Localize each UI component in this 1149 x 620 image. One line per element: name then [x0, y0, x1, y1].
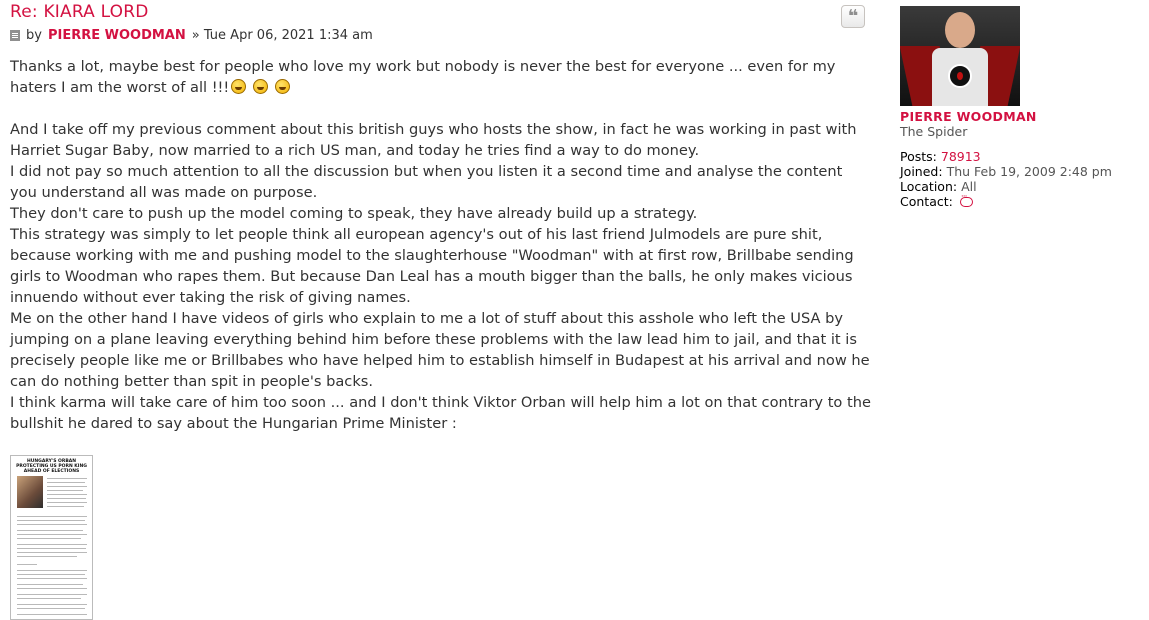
- post-title: Re: KIARA LORD: [10, 2, 149, 22]
- by-label: by: [26, 28, 42, 43]
- profile-posts: Posts: 78913: [900, 149, 1140, 164]
- joined-value: Thu Feb 19, 2009 2:48 pm: [946, 164, 1112, 179]
- post-paragraph: Me on the other hand I have videos of gi…: [10, 310, 870, 390]
- post-icon[interactable]: [10, 30, 20, 41]
- post-paragraph: This strategy was simply to let people t…: [10, 226, 854, 306]
- profile-username[interactable]: PIERRE WOODMAN: [900, 109, 1140, 124]
- spider-logo-icon: [948, 64, 972, 88]
- avatar[interactable]: [900, 6, 1020, 106]
- joined-label: Joined:: [900, 164, 943, 179]
- post-content: Thanks a lot, maybe best for people who …: [10, 56, 872, 434]
- post-date: » Tue Apr 06, 2021 1:34 am: [191, 28, 373, 43]
- laughing-smiley-icon: [274, 79, 290, 94]
- post-paragraph: I think karma will take care of him too …: [10, 394, 871, 432]
- laughing-smiley-icon: [252, 79, 268, 94]
- attachment-photo: [17, 476, 43, 508]
- profile-rank: The Spider: [900, 124, 968, 139]
- post-paragraph: And I take off my previous comment about…: [10, 121, 857, 159]
- post-paragraph: Thanks a lot, maybe best for people who …: [10, 58, 836, 96]
- profile-fields: Posts: 78913 Joined: Thu Feb 19, 2009 2:…: [900, 149, 1140, 209]
- quote-icon: ❝: [847, 5, 859, 27]
- posts-count-link[interactable]: 78913: [941, 149, 981, 164]
- post-paragraph: They don't care to push up the model com…: [10, 205, 698, 222]
- speech-bubble-icon[interactable]: [959, 190, 973, 207]
- attachment-thumbnail[interactable]: HUNGARY'S ORBAN PROTECTING US PORN KING …: [10, 455, 93, 620]
- author-profile: PIERRE WOODMAN The Spider Posts: 78913 J…: [900, 6, 1140, 209]
- profile-contact: Contact:: [900, 190, 1140, 209]
- quote-button[interactable]: ❝: [841, 5, 865, 28]
- contact-label: Contact:: [900, 194, 953, 209]
- laughing-smiley-icon: [231, 79, 247, 94]
- author-link[interactable]: PIERRE WOODMAN: [48, 28, 186, 43]
- post-paragraph: I did not pay so much attention to all t…: [10, 163, 843, 201]
- post-title-link[interactable]: Re: KIARA LORD: [10, 2, 149, 22]
- profile-location: Location: All: [900, 179, 1140, 194]
- profile-joined: Joined: Thu Feb 19, 2009 2:48 pm: [900, 164, 1140, 179]
- attachment-headline: HUNGARY'S ORBAN PROTECTING US PORN KING …: [16, 459, 87, 474]
- post-author-line: by PIERRE WOODMAN » Tue Apr 06, 2021 1:3…: [10, 28, 373, 43]
- posts-label: Posts:: [900, 149, 937, 164]
- location-label: Location:: [900, 179, 958, 194]
